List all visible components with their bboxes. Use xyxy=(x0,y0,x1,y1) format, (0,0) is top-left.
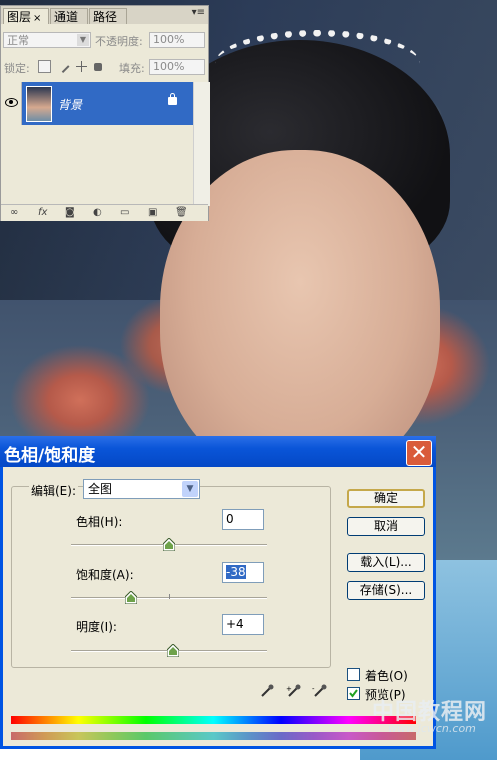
lock-transparent-icon[interactable] xyxy=(38,60,51,73)
edit-label: 编辑(E): xyxy=(29,482,78,499)
edit-select[interactable]: 全图 ▼ xyxy=(83,479,200,499)
close-button[interactable]: ✕ xyxy=(406,440,432,466)
saturation-center-tick xyxy=(169,594,170,599)
eyedropper-plus-icon[interactable]: + xyxy=(286,683,302,699)
fill-label: 填充: xyxy=(119,62,145,75)
layer-thumbnail xyxy=(26,86,52,122)
ok-button[interactable]: 确定 xyxy=(347,489,425,508)
tab-close-icon[interactable]: × xyxy=(33,13,41,24)
opacity-field[interactable]: 100% xyxy=(149,32,205,48)
save-button-label: 存储(S)... xyxy=(359,583,413,597)
tab-layers-label: 图层 xyxy=(7,10,32,24)
dialog-titlebar[interactable]: 色相/饱和度 ✕ xyxy=(0,436,436,467)
tab-paths[interactable]: 路径 xyxy=(89,8,127,24)
spectrum-bar-top xyxy=(11,716,416,724)
hue-value: 0 xyxy=(226,512,234,526)
mask-icon[interactable]: ◙ xyxy=(65,207,75,218)
tab-channels-label: 通道 xyxy=(54,10,79,24)
saturation-input[interactable]: -38 xyxy=(222,562,264,583)
layers-scrollbar[interactable] xyxy=(193,82,210,206)
layer-name: 背景 xyxy=(58,98,83,112)
lightness-value: +4 xyxy=(226,617,244,631)
watermark-url: www.jcwcn.com xyxy=(388,722,476,735)
layers-bottom-toolbar: ∞ fx ◙ ◐ ▭ ▣ 🗑 xyxy=(1,204,208,221)
new-layer-icon[interactable]: ▣ xyxy=(148,207,157,218)
load-button[interactable]: 载入(L)... xyxy=(347,553,425,572)
close-icon: ✕ xyxy=(410,440,428,464)
panel-menu-icon[interactable]: ▾≡ xyxy=(192,7,205,18)
layers-panel: 图层 × 通道 路径 ▾≡ 正常 ▼ 不透明度: 100% 锁定: 填充: 100… xyxy=(0,5,210,221)
load-button-label: 载入(L)... xyxy=(360,555,412,569)
opacity-value: 100% xyxy=(153,33,185,46)
layer-row-selected[interactable]: 背景 xyxy=(22,82,193,125)
colorize-label: 着色(O) xyxy=(365,669,408,683)
eyedropper-icon[interactable] xyxy=(259,683,275,699)
blend-mode-value: 正常 xyxy=(7,34,29,47)
lock-brush-icon[interactable] xyxy=(57,60,70,73)
edit-value: 全图 xyxy=(88,482,113,496)
folder-icon[interactable]: ▭ xyxy=(120,207,129,218)
tab-layers[interactable]: 图层 × xyxy=(3,8,49,24)
hue-saturation-dialog: 色相/饱和度 ✕ 编辑(E): 全图 ▼ 色相(H): 0 饱和度(A): -3… xyxy=(0,436,436,749)
fx-icon[interactable]: fx xyxy=(38,207,47,218)
svg-text:-: - xyxy=(312,685,315,693)
adjustment-groupbox xyxy=(11,486,331,668)
saturation-value: -38 xyxy=(226,565,246,579)
lock-icons xyxy=(38,59,106,73)
layer-lock-icon xyxy=(168,93,177,105)
saturation-slider-thumb[interactable] xyxy=(125,591,137,604)
dialog-title: 色相/饱和度 xyxy=(4,446,96,466)
lock-all-icon[interactable] xyxy=(94,62,103,71)
lock-label: 锁定: xyxy=(4,62,30,75)
ok-button-label: 确定 xyxy=(373,491,398,505)
colorize-checkbox[interactable] xyxy=(347,668,360,681)
opacity-label: 不透明度: xyxy=(95,35,143,48)
spectrum-bar-bottom xyxy=(11,732,416,740)
chevron-down-icon: ▼ xyxy=(77,34,89,46)
fill-value: 100% xyxy=(153,60,185,73)
photo-tiara xyxy=(215,30,420,97)
blend-mode-select[interactable]: 正常 ▼ xyxy=(3,32,91,48)
svg-text:+: + xyxy=(286,685,292,693)
layer-row[interactable]: 背景 xyxy=(1,82,193,125)
trash-icon[interactable]: 🗑 xyxy=(175,207,188,218)
hue-slider-thumb[interactable] xyxy=(163,538,175,551)
lock-move-icon[interactable] xyxy=(75,61,87,72)
tab-paths-label: 路径 xyxy=(93,10,118,24)
adjustment-icon[interactable]: ◐ xyxy=(93,207,102,218)
save-button[interactable]: 存储(S)... xyxy=(347,581,425,600)
lightness-label: 明度(I): xyxy=(76,620,117,634)
lightness-slider-thumb[interactable] xyxy=(167,644,179,657)
tab-channels[interactable]: 通道 xyxy=(50,8,88,24)
fill-field[interactable]: 100% xyxy=(149,59,205,75)
chevron-down-icon: ▼ xyxy=(182,481,198,497)
layers-panel-tabs: 图层 × 通道 路径 ▾≡ xyxy=(1,6,208,24)
visibility-eye-icon[interactable] xyxy=(1,82,22,125)
cancel-button-label: 取消 xyxy=(373,519,398,533)
eyedropper-minus-icon[interactable]: - xyxy=(312,683,328,699)
preview-checkbox[interactable] xyxy=(347,687,360,700)
hue-input[interactable]: 0 xyxy=(222,509,264,530)
lightness-input[interactable]: +4 xyxy=(222,614,264,635)
hue-label: 色相(H): xyxy=(76,515,123,529)
checkmark-icon xyxy=(349,689,358,698)
cancel-button[interactable]: 取消 xyxy=(347,517,425,536)
link-icon[interactable]: ∞ xyxy=(10,207,18,218)
saturation-label: 饱和度(A): xyxy=(76,568,134,582)
